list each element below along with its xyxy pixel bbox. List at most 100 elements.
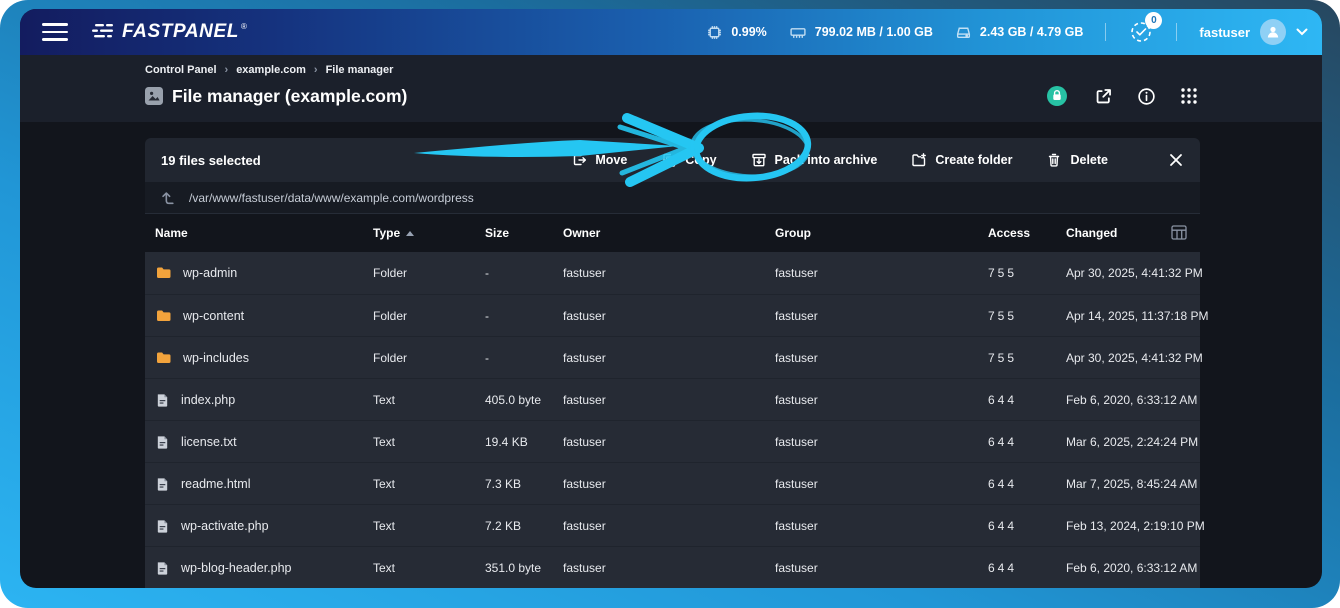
file-name-cell: index.php	[155, 392, 373, 408]
file-owner: fastuser	[563, 266, 775, 280]
table-row[interactable]: license.txtText19.4 KBfastuserfastuser64…	[145, 420, 1200, 462]
file-type: Text	[373, 519, 485, 533]
copy-button[interactable]: Copy	[661, 152, 716, 168]
file-group: fastuser	[775, 351, 988, 365]
text-file-icon	[155, 518, 170, 534]
pack-into-archive-button[interactable]: Pack into archive	[751, 152, 878, 168]
move-icon	[571, 152, 587, 168]
file-type: Folder	[373, 351, 485, 365]
brand-registered-mark: ®	[241, 22, 247, 31]
disk-usage: 2.43 GB / 4.79 GB	[955, 24, 1084, 41]
file-name: wp-content	[183, 309, 244, 323]
tasks-count-badge: 0	[1145, 12, 1162, 29]
table-header: Name Type Size Owner Group Access Change…	[145, 214, 1200, 252]
text-file-icon	[155, 476, 170, 492]
folder-icon	[155, 265, 172, 281]
file-access: 644	[988, 519, 1066, 533]
info-icon[interactable]	[1137, 87, 1156, 106]
column-settings-icon[interactable]	[1171, 225, 1187, 243]
file-name: wp-includes	[183, 351, 249, 365]
column-header-size[interactable]: Size	[485, 226, 563, 240]
table-row[interactable]: wp-activate.phpText7.2 KBfastuserfastuse…	[145, 504, 1200, 546]
chevron-down-icon	[1296, 28, 1308, 36]
path-bar[interactable]: /var/www/fastuser/data/www/example.com/w…	[145, 182, 1200, 214]
column-header-name[interactable]: Name	[155, 226, 373, 240]
archive-icon	[751, 152, 767, 168]
file-name: license.txt	[181, 435, 237, 449]
file-type: Folder	[373, 309, 485, 323]
column-header-group[interactable]: Group	[775, 226, 988, 240]
column-header-type[interactable]: Type	[373, 226, 485, 240]
file-changed: Apr 30, 2025, 4:41:32 PM	[1066, 351, 1203, 365]
table-row[interactable]: wp-includesFolder-fastuserfastuser755Apr…	[145, 336, 1200, 378]
disk-icon	[955, 24, 972, 41]
table-row[interactable]: wp-adminFolder-fastuserfastuser755Apr 30…	[145, 252, 1200, 294]
delete-button[interactable]: Delete	[1046, 152, 1108, 168]
file-owner: fastuser	[563, 561, 775, 575]
tasks-button[interactable]: 0	[1128, 19, 1154, 45]
file-name: wp-admin	[183, 266, 237, 280]
file-group: fastuser	[775, 561, 988, 575]
page-header: Control Panel › example.com › File manag…	[20, 55, 1322, 122]
ram-icon	[789, 24, 807, 41]
cpu-usage: 0.99%	[706, 24, 766, 41]
file-changed: Apr 30, 2025, 4:41:32 PM	[1066, 266, 1203, 280]
divider	[1105, 23, 1106, 41]
divider	[1176, 23, 1177, 41]
file-access: 755	[988, 266, 1066, 280]
file-group: fastuser	[775, 477, 988, 491]
breadcrumb-control-panel[interactable]: Control Panel	[145, 64, 217, 76]
breadcrumb-domain[interactable]: example.com	[236, 64, 306, 76]
apps-grid-icon[interactable]	[1180, 87, 1198, 105]
external-link-icon[interactable]	[1094, 87, 1113, 106]
current-path: /var/www/fastuser/data/www/example.com/w…	[189, 191, 474, 205]
selection-count: 19 files selected	[161, 153, 261, 168]
column-header-changed[interactable]: Changed	[1066, 226, 1186, 240]
move-button[interactable]: Move	[571, 152, 627, 168]
file-type: Text	[373, 561, 485, 575]
file-size: 7.3 KB	[485, 477, 563, 491]
menu-icon[interactable]	[42, 23, 68, 41]
column-header-owner[interactable]: Owner	[563, 226, 775, 240]
file-size: -	[485, 266, 563, 280]
table-row[interactable]: wp-blog-header.phpText351.0 bytefastuser…	[145, 546, 1200, 588]
file-size: -	[485, 351, 563, 365]
text-file-icon	[155, 434, 170, 450]
file-type: Text	[373, 477, 485, 491]
close-selection-button[interactable]	[1168, 152, 1184, 168]
file-group: fastuser	[775, 309, 988, 323]
memory-usage: 799.02 MB / 1.00 GB	[789, 24, 933, 41]
text-file-icon	[155, 560, 170, 576]
sort-asc-icon	[406, 231, 414, 236]
file-group: fastuser	[775, 266, 988, 280]
create-folder-button[interactable]: Create folder	[911, 152, 1012, 168]
folder-icon	[155, 308, 172, 324]
user-menu[interactable]: fastuser	[1199, 19, 1308, 45]
avatar	[1260, 19, 1286, 45]
file-name: wp-activate.php	[181, 519, 269, 533]
file-changed: Feb 13, 2024, 2:19:10 PM	[1066, 519, 1205, 533]
table-row[interactable]: wp-contentFolder-fastuserfastuser755Apr …	[145, 294, 1200, 336]
equalizer-icon	[92, 23, 116, 44]
file-name-cell: license.txt	[155, 434, 373, 450]
up-directory-icon[interactable]	[159, 189, 176, 206]
file-name-cell: wp-admin	[155, 265, 373, 281]
file-group: fastuser	[775, 393, 988, 407]
file-access: 755	[988, 309, 1066, 323]
copy-icon	[661, 152, 677, 168]
table-row[interactable]: readme.htmlText7.3 KBfastuserfastuser644…	[145, 462, 1200, 504]
breadcrumb-file-manager: File manager	[326, 64, 394, 76]
brand-logo[interactable]: FASTPANEL ®	[92, 21, 247, 43]
column-header-access[interactable]: Access	[988, 226, 1066, 240]
table-row[interactable]: index.phpText405.0 bytefastuserfastuser6…	[145, 378, 1200, 420]
file-type: Folder	[373, 266, 485, 280]
file-access: 644	[988, 561, 1066, 575]
security-badge-button[interactable]	[1044, 83, 1070, 109]
delete-icon	[1046, 152, 1062, 168]
file-owner: fastuser	[563, 309, 775, 323]
file-name-cell: wp-blog-header.php	[155, 560, 373, 576]
breadcrumb: Control Panel › example.com › File manag…	[145, 64, 1198, 76]
file-type: Text	[373, 435, 485, 449]
file-group: fastuser	[775, 519, 988, 533]
file-type: Text	[373, 393, 485, 407]
